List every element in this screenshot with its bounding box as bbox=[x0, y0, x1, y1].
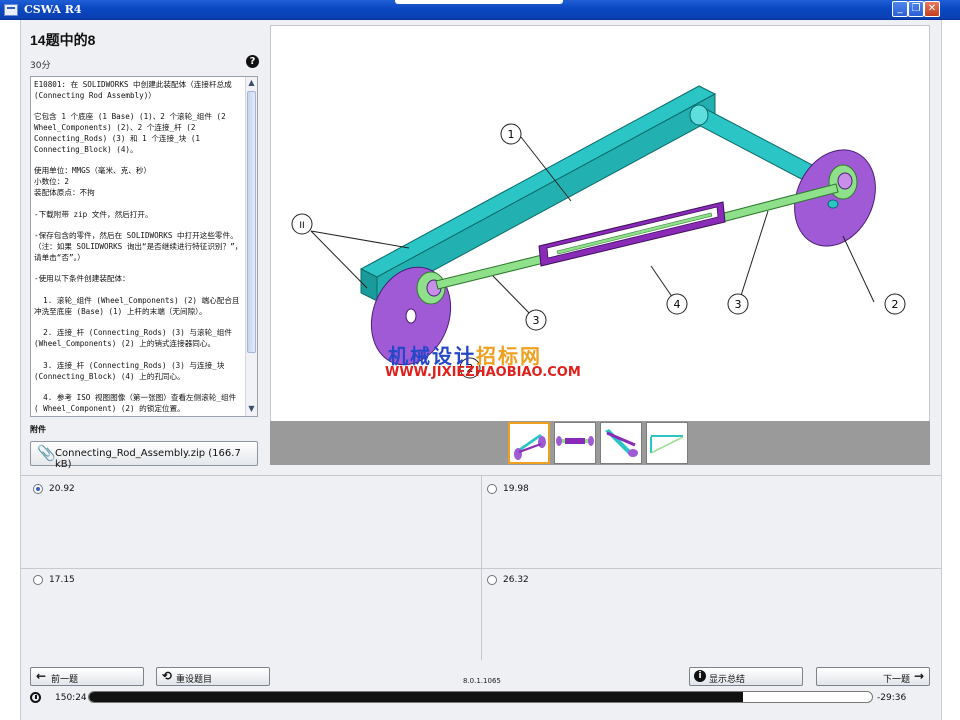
clock-icon bbox=[30, 692, 41, 703]
watermark-url: WWW.JIXIEZHAOBIAO.COM bbox=[385, 365, 581, 380]
scrollbar-thumb[interactable] bbox=[247, 91, 256, 353]
callout-3-right: 3 bbox=[735, 298, 742, 311]
callout-4: 4 bbox=[674, 298, 681, 311]
time-elapsed: 150:24 bbox=[55, 693, 87, 703]
restore-button[interactable]: ❐ bbox=[908, 1, 924, 17]
scroll-down-icon[interactable]: ▼ bbox=[246, 403, 257, 415]
paperclip-icon: 📎 bbox=[37, 444, 56, 462]
callout-2: 2 bbox=[892, 298, 899, 311]
attachment-label: 附件 bbox=[30, 425, 46, 434]
question-text: E10801: 在 SOLIDWORKS 中创建此装配体（连接杆总成 (Conn… bbox=[34, 80, 243, 413]
thumbnail-top[interactable] bbox=[600, 422, 642, 464]
radio-button[interactable] bbox=[33, 484, 43, 494]
time-progress-bar bbox=[88, 691, 873, 703]
question-points: 30分 bbox=[30, 61, 51, 71]
vertical-scrollbar[interactable]: ▲ ▼ bbox=[245, 77, 257, 416]
previous-question-button[interactable]: ← 前一题 bbox=[30, 667, 144, 686]
thumbnail-strip bbox=[270, 421, 930, 465]
top-tab-indicator bbox=[395, 0, 563, 4]
reset-icon: ⟲ bbox=[162, 669, 173, 683]
title-bar: CSWA R4 _ ❐ ✕ bbox=[0, 0, 960, 20]
attachment-button[interactable]: 📎 Connecting_Rod_Assembly.zip (166.7 kB) bbox=[30, 441, 258, 470]
app-icon bbox=[4, 4, 18, 16]
thumbnail-iso[interactable] bbox=[508, 422, 550, 464]
thumbnail-front[interactable] bbox=[554, 422, 596, 464]
callout-1: 1 bbox=[508, 128, 515, 141]
arrow-right-icon: → bbox=[914, 669, 925, 683]
callout-ii: II bbox=[299, 221, 304, 231]
attachment-filename: Connecting_Rod_Assembly.zip (166.7 kB) bbox=[55, 448, 241, 470]
base-part bbox=[359, 85, 717, 278]
image-viewer[interactable]: 1 2 3 4 3 2 II bbox=[270, 25, 930, 465]
minimize-button[interactable]: _ bbox=[892, 1, 908, 17]
radio-button[interactable] bbox=[487, 575, 497, 585]
close-button[interactable]: ✕ bbox=[924, 1, 940, 17]
time-remaining: -29:36 bbox=[877, 693, 907, 703]
show-summary-button[interactable]: i 显示总结 bbox=[689, 667, 803, 686]
help-icon[interactable]: ? bbox=[246, 55, 259, 68]
arrow-left-icon: ← bbox=[36, 669, 47, 683]
assembly-drawing: 1 2 3 4 3 2 II bbox=[291, 85, 906, 379]
answer-divider-horizontal bbox=[21, 568, 941, 569]
window-title: CSWA R4 bbox=[24, 3, 82, 16]
thumbnail-side[interactable] bbox=[646, 422, 688, 464]
scroll-up-icon[interactable]: ▲ bbox=[246, 77, 257, 89]
radio-button[interactable] bbox=[33, 575, 43, 585]
info-icon: i bbox=[694, 670, 706, 682]
callout-3-left: 3 bbox=[533, 314, 540, 327]
question-title: 14题中的8 bbox=[30, 32, 96, 48]
time-progress-fill bbox=[89, 692, 743, 702]
reset-question-button[interactable]: ⟲ 重设题目 bbox=[156, 667, 270, 686]
radio-button[interactable] bbox=[487, 484, 497, 494]
version-label: 8.0.1.1065 bbox=[463, 677, 501, 685]
next-question-button[interactable]: 下一题 → bbox=[816, 667, 930, 686]
question-text-panel[interactable]: E10801: 在 SOLIDWORKS 中创建此装配体（连接杆总成 (Conn… bbox=[30, 76, 258, 417]
answer-options: 20.92 19.98 17.15 26.32 bbox=[21, 475, 941, 660]
